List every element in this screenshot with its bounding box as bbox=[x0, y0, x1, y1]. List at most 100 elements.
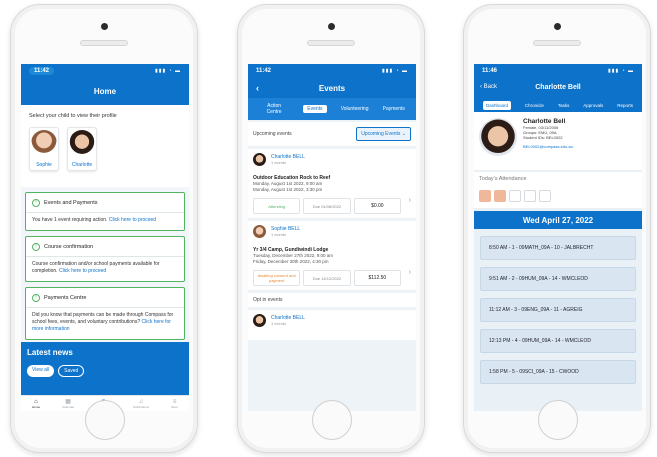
child-selector: Select your child to view their profile … bbox=[21, 105, 189, 187]
events-filter-dropdown[interactable]: Upcoming Events ⌄ bbox=[356, 127, 411, 141]
upcoming-label: Upcoming events bbox=[253, 131, 292, 137]
latest-news-section: Latest news View all Saved bbox=[21, 342, 189, 395]
front-camera bbox=[554, 23, 561, 30]
tab-payments[interactable]: Payments bbox=[383, 106, 405, 112]
tab-dashboard[interactable]: Dashboard bbox=[482, 100, 511, 110]
attendance-square bbox=[509, 190, 521, 202]
child-name: Sophie bbox=[36, 162, 52, 168]
status-badge: Attending bbox=[253, 198, 301, 214]
tab-notifications[interactable]: ♫ Notifications bbox=[133, 399, 149, 409]
status-time: 11:46 bbox=[482, 68, 498, 74]
chevron-right-icon: › bbox=[408, 269, 411, 276]
tab-chronicle[interactable]: Chronicle bbox=[525, 103, 544, 108]
student-tabs: Dashboard Chronicle Tasks Approvals Repo… bbox=[474, 98, 642, 112]
student-email-link[interactable]: BEL0002@compass.edu.au bbox=[523, 144, 573, 149]
tab-action-centre[interactable]: Action Centre bbox=[259, 103, 289, 115]
status-bar: 11:42 ▮▮▮ ◔ ▬ bbox=[21, 64, 189, 78]
chevron-right-icon: › bbox=[408, 197, 411, 204]
filter-view-all[interactable]: View all bbox=[27, 365, 55, 377]
tab-approvals[interactable]: Approvals bbox=[583, 103, 603, 108]
event-end: Monday, August 1st 2022, 3:30 pm bbox=[253, 187, 323, 192]
avatar bbox=[69, 130, 95, 156]
page-title: Charlotte Bell bbox=[535, 84, 581, 91]
course-confirmation-card: ! Course confirmation Course confirmation… bbox=[25, 236, 185, 282]
student-profile: Charlotte Bell Female, 03/11/2006 Groups… bbox=[474, 112, 642, 170]
home-button[interactable] bbox=[312, 400, 352, 440]
home-button[interactable] bbox=[85, 400, 125, 440]
card-title: Events and Payments bbox=[44, 200, 98, 206]
attendance-square bbox=[479, 190, 491, 202]
class-period[interactable]: 9:51 AM - 2 - 09HUM_09A - 14 - WMCLEOD bbox=[480, 267, 636, 291]
attendance-label: Today's Attendance bbox=[479, 176, 527, 182]
event-count: 1 events bbox=[271, 160, 287, 165]
attendance-section: Today's Attendance bbox=[474, 172, 642, 208]
home-button[interactable] bbox=[538, 400, 578, 440]
status-icons: ▮▮▮ ◔ ▬ bbox=[607, 68, 634, 74]
due-date: Due 14/12/2022 bbox=[303, 270, 351, 286]
avatar bbox=[253, 314, 266, 327]
payments-centre-card: ! Payments Centre Did you know that payme… bbox=[25, 287, 185, 340]
home-screen: 11:42 ▮▮▮ ◔ ▬ Home Select your child to … bbox=[21, 64, 189, 411]
card-text: You have 1 event requiring action. bbox=[32, 217, 108, 223]
event-item[interactable]: Sophie BELL 1 events Yr 3/4 Camp, Gundiwi… bbox=[248, 221, 416, 290]
front-camera bbox=[328, 23, 335, 30]
status-bar: 11:46 ▮▮▮ ◔ ▬ bbox=[474, 64, 642, 78]
student-name: Charlotte Bell bbox=[523, 118, 566, 125]
speaker-grille bbox=[307, 40, 355, 46]
student-id: Student IDs: BEL0002 bbox=[523, 135, 563, 140]
back-icon[interactable]: ‹ bbox=[256, 83, 259, 93]
info-icon: ! bbox=[32, 243, 40, 251]
tab-events[interactable]: Events bbox=[303, 105, 327, 113]
event-count: 1 events bbox=[271, 232, 287, 237]
front-camera bbox=[101, 23, 108, 30]
child-card-charlotte[interactable]: Charlotte bbox=[67, 127, 97, 171]
events-screen: 11:42 ▮▮▮ ◔ ▬ ‹ Events Action Centre Even… bbox=[248, 64, 416, 411]
proceed-link[interactable]: Click here to proceed bbox=[109, 217, 156, 223]
tab-home[interactable]: ⌂ Home bbox=[32, 399, 40, 409]
student-header: 11:46 ▮▮▮ ◔ ▬ ‹ Back Charlotte Bell bbox=[474, 64, 642, 98]
class-period[interactable]: 8:50 AM - 1 - 09MATH_09A - 10 - JALBRECH… bbox=[480, 236, 636, 260]
tab-volunteering[interactable]: Volunteering bbox=[341, 106, 369, 112]
class-period[interactable]: 11:12 AM - 3 - 09ENG_09A - 11 - AGREIG bbox=[480, 298, 636, 322]
schedule-date: Wed April 27, 2022 bbox=[474, 211, 642, 229]
class-period[interactable]: 1:58 PM - 5 - 09SCI_09A - 15 - CWOOD bbox=[480, 360, 636, 384]
avatar bbox=[31, 130, 57, 156]
child-card-sophie[interactable]: Sophie bbox=[29, 127, 59, 171]
event-amount: $0.00 bbox=[353, 198, 401, 214]
avatar bbox=[253, 153, 266, 166]
attendance-square bbox=[494, 190, 506, 202]
student-screen: 11:46 ▮▮▮ ◔ ▬ ‹ Back Charlotte Bell Dashb… bbox=[474, 64, 642, 411]
event-item[interactable]: Charlotte BELL 1 events bbox=[248, 310, 416, 340]
back-button[interactable]: ‹ Back bbox=[480, 84, 497, 90]
status-time: 11:42 bbox=[256, 68, 272, 74]
tab-tasks[interactable]: Tasks bbox=[558, 103, 570, 108]
avatar bbox=[479, 118, 517, 156]
proceed-link[interactable]: Click here to proceed bbox=[59, 268, 106, 274]
attendance-square bbox=[539, 190, 551, 202]
attendance-squares bbox=[479, 190, 637, 202]
speaker-grille bbox=[80, 40, 128, 46]
status-icons: ▮▮▮ ◔ ▬ bbox=[154, 68, 181, 74]
event-amount: $112.50 bbox=[353, 270, 401, 286]
tab-calendar[interactable]: ▦ Calendar bbox=[62, 399, 74, 409]
optin-label: Opt in events bbox=[248, 293, 416, 307]
news-title: Latest news bbox=[27, 348, 73, 357]
child-name: Charlotte bbox=[71, 162, 93, 168]
tab-more[interactable]: ≡ More bbox=[171, 399, 178, 409]
events-payments-card: ! Events and Payments You have 1 event re… bbox=[25, 192, 185, 231]
phone-events: 11:42 ▮▮▮ ◔ ▬ ‹ Events Action Centre Even… bbox=[237, 4, 425, 453]
status-icons: ▮▮▮ ◔ ▬ bbox=[381, 68, 408, 74]
chevron-down-icon: ⌄ bbox=[401, 131, 406, 137]
events-tabs: Action Centre Events Volunteering Paymen… bbox=[248, 98, 416, 120]
filter-saved[interactable]: Saved bbox=[58, 365, 85, 377]
status-badge: Awaiting consent and payment bbox=[253, 270, 301, 286]
upcoming-filter-row: Upcoming events Upcoming Events ⌄ bbox=[248, 122, 416, 146]
child-selector-label: Select your child to view their profile bbox=[29, 113, 117, 119]
status-time: 11:42 bbox=[29, 67, 55, 75]
event-item[interactable]: Charlotte BELL 1 events Outdoor Education… bbox=[248, 149, 416, 218]
event-count: 1 events bbox=[271, 321, 287, 326]
class-period[interactable]: 12:13 PM - 4 - 09HUM_09A - 14 - WMCLEOD bbox=[480, 329, 636, 353]
tab-reports[interactable]: Reports bbox=[617, 103, 633, 108]
speaker-grille bbox=[533, 40, 581, 46]
event-end: Friday, December 30th 2022, 4:30 pm bbox=[253, 259, 329, 264]
